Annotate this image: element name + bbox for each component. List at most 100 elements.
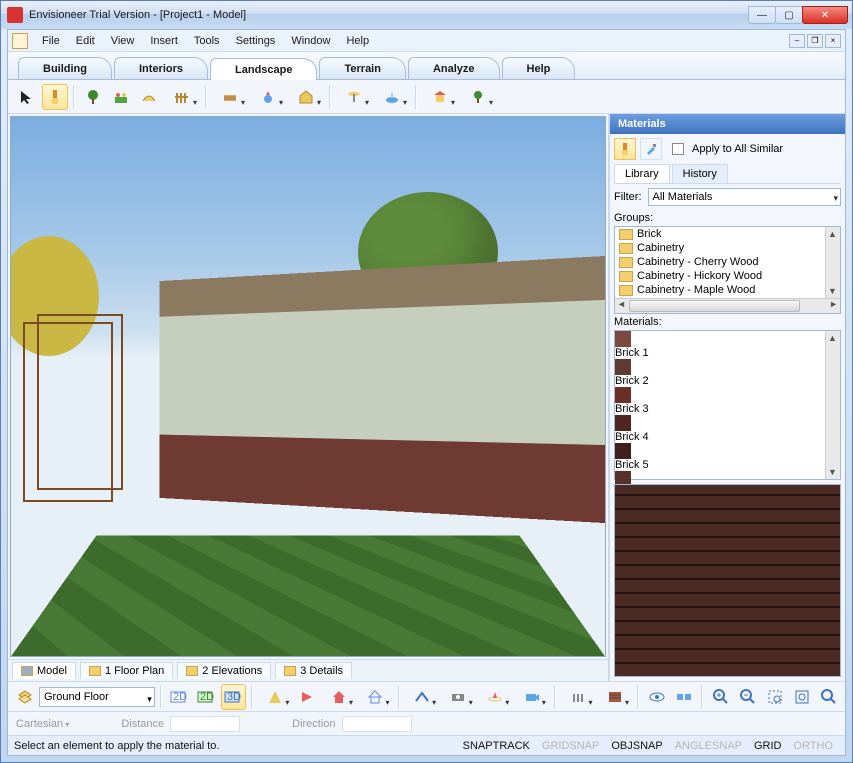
group-item: Cabinetry — [615, 241, 825, 255]
folder-icon — [619, 271, 633, 282]
mdi-minimize-button[interactable]: – — [789, 34, 805, 48]
apply-all-similar-checkbox[interactable] — [672, 143, 684, 155]
snap-grid[interactable]: GRID — [748, 740, 788, 752]
floor-select[interactable]: Ground Floor — [39, 687, 155, 707]
deck-tool-button[interactable] — [212, 84, 248, 110]
app-menu-icon[interactable] — [12, 33, 28, 49]
display-mode-button[interactable] — [258, 684, 293, 710]
irrigation-tool-button[interactable] — [250, 84, 286, 110]
place-camera-button[interactable] — [294, 684, 319, 710]
swatch-icon — [615, 387, 631, 403]
menu-help[interactable]: Help — [338, 33, 377, 49]
minimize-button[interactable]: — — [748, 6, 776, 24]
groups-listbox[interactable]: Brick Cabinetry Cabinetry - Cherry Wood … — [614, 226, 841, 314]
walk-button[interactable] — [405, 684, 440, 710]
zoom-in-button[interactable] — [708, 684, 733, 710]
mdi-close-button[interactable]: × — [825, 34, 841, 48]
gazebo-tool-button[interactable] — [422, 84, 458, 110]
coord-mode-dropdown[interactable]: Cartesian — [16, 718, 69, 730]
maximize-button[interactable]: ▢ — [775, 6, 803, 24]
direction-field[interactable] — [342, 716, 412, 732]
paint-material-button[interactable] — [42, 84, 68, 110]
layers-button[interactable] — [12, 684, 37, 710]
folder-icon — [619, 285, 633, 296]
tab-building[interactable]: Building — [18, 57, 112, 79]
scene-building — [159, 251, 606, 527]
shadows-button[interactable] — [561, 684, 596, 710]
snap-gridsnap[interactable]: GRIDSNAP — [536, 740, 605, 752]
eyedropper-mode-button[interactable] — [640, 138, 662, 160]
direction-label: Direction — [292, 718, 335, 730]
tab-analyze[interactable]: Analyze — [408, 57, 500, 79]
tab-interiors[interactable]: Interiors — [114, 57, 208, 79]
shed-tool-button[interactable] — [288, 84, 324, 110]
distance-field[interactable] — [170, 716, 240, 732]
zoom-window-button[interactable] — [762, 684, 787, 710]
groups-hscrollbar[interactable] — [615, 298, 840, 313]
render-button[interactable] — [644, 684, 669, 710]
fly-button[interactable] — [478, 684, 513, 710]
exterior-light-button[interactable] — [460, 84, 496, 110]
mdi-restore-button[interactable]: ❐ — [807, 34, 823, 48]
distance-label: Distance — [121, 718, 164, 730]
textures-button[interactable] — [597, 684, 632, 710]
groups-label: Groups: — [614, 212, 841, 224]
tab-terrain[interactable]: Terrain — [319, 57, 405, 79]
select-tool-button[interactable] — [14, 84, 40, 110]
tree-tool-button[interactable] — [80, 84, 106, 110]
materials-vscrollbar[interactable] — [825, 331, 840, 479]
tab-landscape[interactable]: Landscape — [210, 58, 317, 80]
materials-listbox[interactable]: Brick 1 Brick 2 Brick 3 Brick 4 Brick 5 … — [614, 330, 841, 480]
2d-designer-button[interactable]: 2D — [194, 684, 219, 710]
edging-tool-button[interactable] — [136, 84, 162, 110]
groups-vscrollbar[interactable] — [825, 227, 840, 298]
snap-snaptrack[interactable]: SNAPTRACK — [457, 740, 536, 752]
materials-tab-library[interactable]: Library — [614, 164, 670, 183]
viewtab-floorplan[interactable]: 1 Floor Plan — [80, 662, 173, 679]
3d-view-button[interactable]: 3D — [221, 684, 246, 710]
2d-plan-button[interactable]: 2D — [167, 684, 192, 710]
material-item: Brick 2 — [615, 359, 825, 387]
snap-anglesnap[interactable]: ANGLESNAP — [669, 740, 748, 752]
viewtab-elevations[interactable]: 2 Elevations — [177, 662, 271, 679]
menu-settings[interactable]: Settings — [228, 33, 284, 49]
snap-ortho[interactable]: ORTHO — [787, 740, 839, 752]
zoom-realtime-button[interactable] — [816, 684, 841, 710]
snap-objsnap[interactable]: OBJSNAP — [605, 740, 668, 752]
close-button[interactable]: ✕ — [802, 6, 848, 24]
svg-text:3D: 3D — [227, 691, 241, 703]
swatch-icon — [615, 415, 631, 431]
3d-viewport[interactable] — [10, 116, 606, 657]
menu-file[interactable]: File — [34, 33, 68, 49]
main-tabs: Building Interiors Landscape Terrain Ana… — [8, 52, 845, 80]
zoom-out-button[interactable] — [735, 684, 760, 710]
scene-ground — [11, 535, 605, 656]
tab-help[interactable]: Help — [502, 57, 576, 79]
home-view-button[interactable] — [321, 684, 356, 710]
filter-select[interactable]: All Materials — [648, 188, 842, 206]
outdoor-furniture-button[interactable] — [336, 84, 372, 110]
fence-tool-button[interactable] — [164, 84, 200, 110]
titlebar[interactable]: Envisioneer Trial Version - [Project1 - … — [1, 1, 852, 29]
camera-button[interactable] — [514, 684, 549, 710]
zoom-fit-button[interactable] — [789, 684, 814, 710]
viewtab-model[interactable]: Model — [12, 662, 76, 679]
status-bar: Select an element to apply the material … — [8, 735, 845, 755]
materials-tab-history[interactable]: History — [672, 164, 728, 183]
menu-tools[interactable]: Tools — [186, 33, 228, 49]
material-item: Brick 3 — [615, 387, 825, 415]
menu-window[interactable]: Window — [283, 33, 338, 49]
menu-insert[interactable]: Insert — [142, 33, 186, 49]
stereo-button[interactable] — [671, 684, 696, 710]
menu-view[interactable]: View — [103, 33, 143, 49]
viewtab-details[interactable]: 3 Details — [275, 662, 352, 679]
menu-edit[interactable]: Edit — [68, 33, 103, 49]
paintbrush-mode-button[interactable] — [614, 138, 636, 160]
look-around-button[interactable] — [441, 684, 476, 710]
water-feature-button[interactable] — [374, 84, 410, 110]
svg-text:2D: 2D — [173, 691, 187, 703]
apply-all-similar-label: Apply to All Similar — [692, 143, 783, 155]
materials-panel-title: Materials — [610, 114, 845, 134]
garden-bed-button[interactable] — [108, 84, 134, 110]
elevation-view-button[interactable] — [358, 684, 393, 710]
